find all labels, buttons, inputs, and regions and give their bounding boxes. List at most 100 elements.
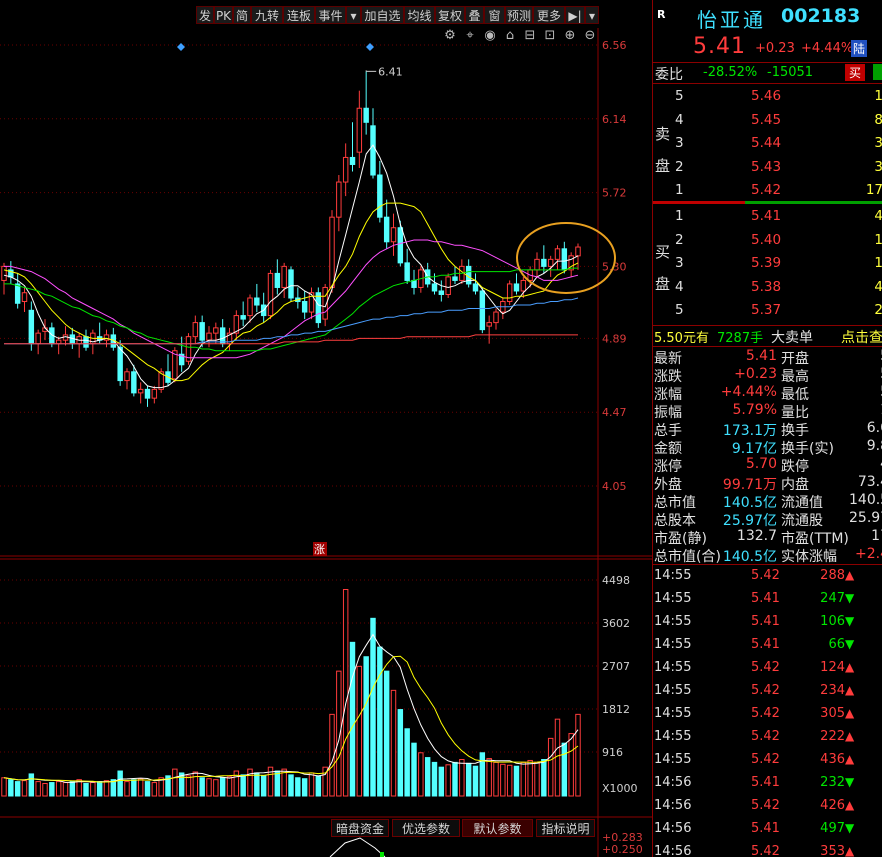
toolbar-button-3[interactable]: 九转 (251, 6, 283, 24)
indicator-tab-1[interactable]: 优选参数 (392, 819, 460, 837)
volume-bar (315, 775, 322, 797)
orderbook-row[interactable]: 2 5.40 1 (653, 232, 882, 251)
toolbar-button-7[interactable]: 加自选 (361, 6, 404, 24)
level: 1 (675, 182, 684, 198)
volume-bar (349, 641, 356, 797)
toolbar-button-13[interactable]: 更多 (533, 6, 565, 24)
orderbook-row[interactable]: 5 5.37 2 (653, 302, 882, 321)
volume-bar (383, 670, 390, 797)
toolbar-button-2[interactable]: 简 (233, 6, 251, 24)
limit-up-tag[interactable]: 涨 (314, 543, 325, 556)
price: 5.41 (751, 208, 782, 224)
stat-label: 总市值(合) (654, 549, 721, 565)
gear-icon[interactable]: ⚙ (442, 28, 458, 44)
indicator-tab-0[interactable]: 暗盘资金 (331, 819, 389, 837)
shop-icon[interactable]: ⌂ (502, 28, 518, 44)
candle (233, 310, 240, 341)
toolbar-button-0[interactable]: 发 (196, 6, 214, 24)
toolbar-button-4[interactable]: 连板 (283, 6, 315, 24)
toolbar-button-8[interactable]: 均线 (404, 6, 435, 24)
stat-row: 最新 5.41开盘 5 (653, 348, 882, 367)
pin-icon[interactable]: ⌖ (462, 28, 478, 44)
tick-time: 14:55 (654, 591, 692, 606)
stat-row: 涨幅 +4.44%最低 5 (653, 384, 882, 403)
toolbar-button-15[interactable]: ▾ (585, 6, 599, 24)
orderbook-row[interactable]: 2 5.43 3 (653, 159, 882, 178)
stat-row: 总市值 140.5亿流通值 140.5 (653, 492, 882, 511)
trash-icon[interactable]: ⊟ (522, 28, 538, 44)
orderbook-row[interactable]: 4 5.38 4 (653, 279, 882, 298)
toolbar-button-1[interactable]: PK (214, 6, 233, 24)
volume-bar (117, 770, 123, 797)
stat-label: 换手 (781, 423, 809, 439)
toolbar-button-12[interactable]: 预测 (505, 6, 533, 24)
stats-divider (653, 564, 882, 565)
market-tag[interactable]: 陆 (851, 40, 868, 57)
level: 4 (675, 111, 684, 128)
volume-tick-label: 1812 (602, 703, 630, 716)
toolbar-button-11[interactable]: 窗 (484, 6, 505, 24)
zoom-out-icon[interactable]: ⊖ (582, 28, 598, 44)
orderbook-row[interactable]: 3 5.44 3 (653, 135, 882, 154)
eye-icon[interactable]: ◉ (482, 28, 498, 44)
indicator-tab-3[interactable]: 指标说明 (536, 819, 595, 837)
lock-icon[interactable]: ⊡ (542, 28, 558, 44)
toolbar-button-9[interactable]: 复权 (435, 6, 465, 24)
indicator-tab-2[interactable]: 默认参数 (462, 819, 533, 837)
stat-label: 振幅 (654, 405, 682, 421)
event-diamond-icon[interactable] (177, 43, 185, 51)
toolbar-button-5[interactable]: 事件 (315, 6, 346, 24)
stat-label: 涨幅 (654, 387, 682, 403)
volume-bar (144, 781, 151, 797)
toolbar-button-10[interactable]: 叠 (465, 6, 484, 24)
arrow-up-icon: ▲ (845, 729, 855, 743)
kline-chart[interactable]: 6.566.145.725.304.894.474.05449836022707… (0, 0, 652, 857)
stat-row: 外盘 99.71万内盘 73.4 (653, 474, 882, 493)
price: 5.43 (751, 158, 782, 175)
big-order-link[interactable]: 点击查 (841, 327, 882, 347)
candle (329, 210, 335, 293)
volume: 1 (843, 232, 882, 248)
tick-volume: 305 (820, 706, 845, 721)
zoom-in-icon[interactable]: ⊕ (562, 28, 578, 44)
volume-tick-label: 3602 (602, 617, 630, 630)
stat-label: 最低 (781, 387, 809, 403)
tick-row: 14:55 5.42 124 ▲ (653, 660, 882, 679)
green-toggle[interactable] (873, 64, 882, 80)
candle (247, 294, 253, 323)
toolbar-button-14[interactable]: ▶| (565, 6, 585, 24)
stat-value: 5.70 (745, 456, 777, 472)
tick-price: 5.41 (751, 821, 780, 836)
volume-bar (226, 776, 233, 797)
quote-panel: R 怡亚通 002183 5.41 +0.23 +4.44% 陆 委比 -28.… (652, 0, 882, 857)
volume: 4 (843, 208, 882, 224)
volume-bar (1, 777, 7, 797)
tick-row: 14:55 5.42 436 ▲ (653, 752, 882, 771)
arrow-up-icon: ▲ (845, 568, 855, 582)
toolbar-button-6[interactable]: ▾ (346, 6, 361, 24)
orderbook-row[interactable]: 1 5.42 17 (653, 182, 882, 201)
tick-volume: 222 (820, 729, 845, 744)
candle (301, 290, 308, 320)
candle (479, 287, 486, 334)
orderbook-row[interactable]: 5 5.46 1 (653, 88, 882, 107)
tick-price: 5.41 (751, 637, 780, 652)
volume: 3 (843, 159, 882, 175)
tick-time: 14:55 (654, 637, 692, 652)
orderbook-row[interactable]: 1 5.41 4 (653, 208, 882, 227)
volume-bar (151, 782, 158, 797)
arrow-down-icon: ▼ (845, 775, 855, 789)
candle (1, 262, 7, 295)
volume-bar (363, 656, 369, 797)
volume-bar (137, 778, 144, 797)
high-price-marker: 6.41 (378, 65, 403, 78)
stock-name: 怡亚通 (697, 8, 766, 32)
volume-bar (445, 764, 451, 797)
chart-grid (0, 28, 652, 857)
stat-label: 总市值 (654, 495, 696, 511)
event-diamond-icon[interactable] (366, 43, 374, 51)
buy-sell-button[interactable]: 买 (845, 64, 866, 81)
orderbook-row[interactable]: 4 5.45 8 (653, 112, 882, 131)
candle (513, 273, 520, 295)
orderbook-row[interactable]: 3 5.39 1 (653, 255, 882, 274)
